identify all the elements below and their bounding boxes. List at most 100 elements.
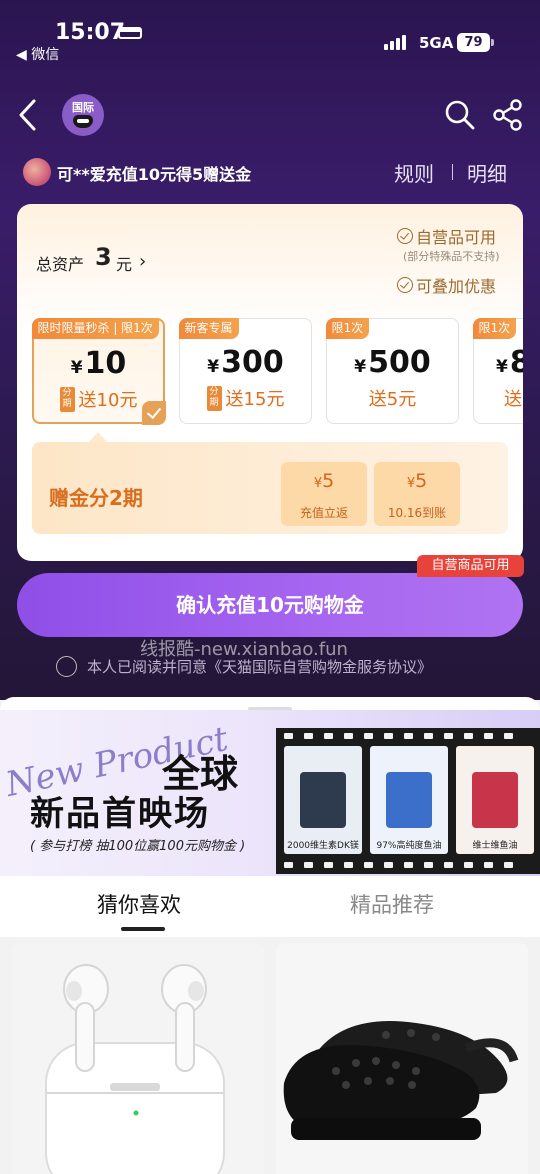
recommend-panel: New Product 全球 新品首映场 ( 参与打榜 抽100位赢100元购物… (0, 697, 540, 1174)
split-item: ¥5 10.16到账 (374, 462, 460, 526)
product-card-airpods[interactable] (12, 943, 264, 1174)
film-hole (424, 733, 433, 739)
film-hole (504, 862, 513, 868)
film-hole (444, 733, 453, 739)
recommend-tabs: 猜你喜欢 精品推荐 (0, 883, 540, 931)
film-frame: 97%高纯度鱼油 (370, 746, 448, 854)
film-hole (504, 733, 513, 739)
new-product-banner[interactable]: New Product 全球 新品首映场 ( 参与打榜 抽100位赢100元购物… (0, 710, 540, 876)
film-hole (324, 733, 333, 739)
battery-tip (491, 39, 494, 46)
package-amount: ¥10 (70, 346, 127, 381)
total-assets-label[interactable]: 总资产 (36, 251, 84, 275)
package-option[interactable]: 限1次 ¥500 送5元 (325, 318, 459, 424)
banner-subtitle: ( 参与打榜 抽100位赢100元购物金 ) (30, 839, 246, 854)
status-time: 15:07 (55, 20, 126, 45)
total-assets-value[interactable]: 3 (95, 243, 112, 271)
film-hole (304, 733, 313, 739)
feature-self-operated: 自营品可用 (397, 224, 496, 248)
back-to-wechat[interactable]: ◀ 微信 (16, 44, 59, 64)
fish-oil-box-image (386, 772, 432, 828)
check-circle-icon (397, 228, 413, 244)
package-tag: 限时限量秒杀 | 限1次 (32, 318, 159, 339)
package-bonus: 送5元 (368, 389, 417, 410)
fish-oil-pack-image (472, 772, 518, 828)
back-arrow-icon[interactable] (16, 98, 40, 132)
split-title: 赠金分2期 (49, 486, 143, 510)
chevron-right-icon[interactable]: › (139, 251, 146, 272)
film-hole (284, 733, 293, 739)
supplement-bottle-image (300, 772, 346, 828)
top-nav: 国际 (0, 90, 540, 140)
film-hole (484, 733, 493, 739)
filmstrip: 2000维生素DK镁 97%高纯度鱼油 维士维鱼油 (276, 728, 540, 874)
promo-text: 可**爱充值10元得5赠送金 (57, 165, 252, 184)
package-option[interactable]: 限1次 ¥8 送 (472, 318, 523, 424)
film-hole (484, 862, 493, 868)
tmall-global-badge: 国际 (62, 94, 104, 136)
signal-icon (384, 34, 406, 50)
package-bonus: 分期 送15元 (180, 385, 311, 411)
split-item: ¥5 充值立返 (281, 462, 367, 526)
package-bonus: 送 (504, 389, 522, 410)
share-icon[interactable] (492, 99, 524, 131)
film-hole (344, 733, 353, 739)
split-item-amount: ¥5 (313, 470, 335, 492)
feature-2-text: 可叠加优惠 (416, 277, 497, 296)
film-hole (324, 862, 333, 868)
package-amount: ¥300 (207, 345, 284, 380)
brand-badge-label: 国际 (72, 101, 94, 114)
tab-underline (121, 927, 165, 931)
agreement-radio[interactable] (56, 655, 77, 677)
sleep-mode-icon (118, 27, 142, 39)
bonus-split-box: 赠金分2期 ¥5 充值立返 ¥5 10.16到账 (32, 442, 508, 534)
product-card-clog[interactable] (276, 943, 528, 1174)
check-circle-icon (397, 277, 413, 293)
film-frame: 维士维鱼油 (456, 746, 534, 854)
film-hole (424, 862, 433, 868)
package-tag: 新客专属 (178, 318, 239, 339)
film-hole (384, 862, 393, 868)
split-item-amount: ¥5 (406, 470, 428, 492)
total-assets-unit[interactable]: 元 (116, 251, 132, 275)
package-option[interactable]: 限时限量秒杀 | 限1次 ¥10 分期 送10元 (32, 318, 166, 425)
tab-guess-you-like[interactable]: 猜你喜欢 (97, 889, 181, 919)
product-grid (0, 937, 540, 1174)
film-frame: 2000维生素DK镁 (284, 746, 362, 854)
promo-row: 可**爱充值10元得5赠送金 规则 明细 (0, 155, 540, 191)
frame-caption: 97%高纯度鱼油 (376, 841, 442, 851)
split-item-label: 充值立返 (299, 506, 348, 520)
feature-1-note: (部分特殊品不支持) (403, 250, 500, 263)
tmall-cat-icon (73, 115, 93, 128)
frame-caption: 2000维生素DK镁 (287, 841, 359, 851)
tab-featured[interactable]: 精品推荐 (350, 889, 434, 919)
package-option[interactable]: 新客专属 ¥300 分期 送15元 (178, 318, 312, 424)
film-hole (384, 733, 393, 739)
film-hole (344, 862, 353, 868)
film-hole (304, 862, 313, 868)
network-type: 5GA (419, 34, 454, 52)
detail-link[interactable]: 明细 (467, 158, 507, 187)
film-hole (464, 733, 473, 739)
film-hole (364, 733, 373, 739)
split-item-label: 10.16到账 (387, 506, 447, 520)
user-avatar (23, 158, 51, 186)
package-amount: ¥8 (496, 345, 523, 380)
rules-link[interactable]: 规则 (394, 158, 434, 187)
frame-caption: 维士维鱼油 (472, 841, 518, 851)
selected-check-icon (141, 400, 166, 425)
installment-badge: 分期 (59, 386, 75, 412)
feature-1-text: 自营品可用 (416, 228, 497, 247)
film-hole (284, 862, 293, 868)
battery-icon: 79 (457, 33, 490, 52)
agreement-row[interactable]: 本人已阅读并同意《天猫国际自营购物金服务协议》 (56, 655, 432, 677)
search-icon[interactable] (444, 99, 476, 131)
agreement-text[interactable]: 本人已阅读并同意《天猫国际自营购物金服务协议》 (87, 656, 432, 677)
black-clog-image (276, 943, 528, 1174)
self-operated-badge: 自营商品可用 (417, 555, 524, 577)
banner-title-line2: 新品首映场 (30, 794, 210, 834)
status-bar: 15:07 ◀ 微信 5GA 79 (0, 0, 540, 70)
link-divider (452, 164, 453, 180)
confirm-recharge-button[interactable]: 确认充值10元购物金 (17, 573, 523, 637)
package-tag: 限1次 (325, 318, 370, 339)
